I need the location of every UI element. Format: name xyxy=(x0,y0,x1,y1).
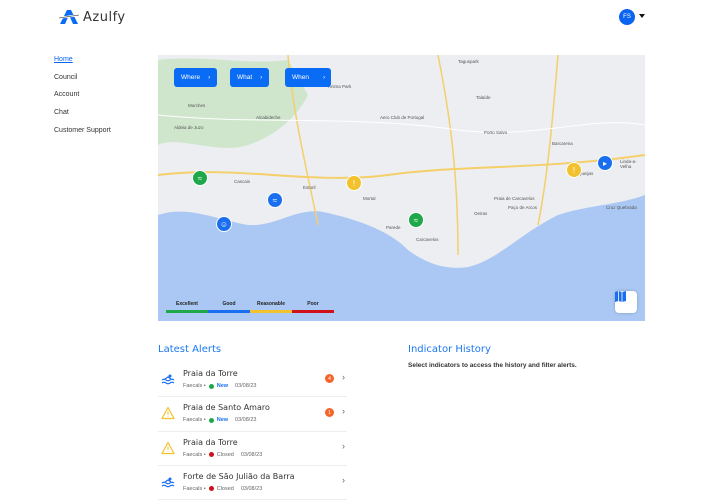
legend-reasonable: Reasonable xyxy=(250,301,292,313)
alert-status: New xyxy=(216,383,229,389)
status-dot xyxy=(208,417,214,423)
legend-poor: Poor xyxy=(292,301,334,313)
map-place-label: Parede xyxy=(386,225,401,230)
avatar[interactable]: FS xyxy=(619,9,635,25)
map-place-label: Carcavelos xyxy=(416,237,439,242)
alert-date: 03/08/23 xyxy=(240,485,263,492)
alert-date: 03/08/23 xyxy=(235,383,257,389)
map-marker-person-icon[interactable]: ☺ xyxy=(216,216,232,232)
map-icon xyxy=(615,291,626,302)
alert-indicator: Faecals • xyxy=(183,485,206,492)
alert-status: Closed xyxy=(216,451,234,458)
alert-indicator: Faecals • xyxy=(183,383,206,389)
latest-alerts-title: Latest Alerts xyxy=(158,344,222,355)
alert-meta: Faecals • New 03/08/23 xyxy=(183,383,256,389)
alert-date: 03/08/23 xyxy=(235,417,257,424)
map-legend: Excellent Good Reasonable Poor xyxy=(166,301,334,313)
sidebar-nav: Home Council Account Chat Customer Suppo… xyxy=(54,56,111,144)
warning-icon xyxy=(161,407,175,420)
map-marker-warning-icon[interactable]: ! xyxy=(346,175,362,191)
sidebar-item-council[interactable]: Council xyxy=(54,74,111,92)
logo[interactable]: Azulfy xyxy=(58,9,126,25)
chevron-right-icon[interactable]: › xyxy=(342,372,345,382)
when-label: When xyxy=(292,74,309,81)
swim-icon xyxy=(161,477,175,488)
logo-text: Azulfy xyxy=(83,9,126,25)
alert-status: New xyxy=(216,417,229,424)
alert-list-item[interactable]: Praia de Santo Amaro Faecals • New 03/08… xyxy=(158,397,347,432)
map-marker-warning-icon[interactable]: ! xyxy=(566,162,582,178)
alert-status: Closed xyxy=(216,485,234,492)
when-filter-button[interactable]: When › xyxy=(285,68,332,87)
chevron-right-icon[interactable]: › xyxy=(342,475,345,485)
map[interactable]: Alcabideche Aldeia de Juzo Estoril Morta… xyxy=(158,55,645,321)
alert-title: Praia da Torre xyxy=(183,369,238,378)
alert-list-item[interactable]: Praia da Torre Faecals • Closed 03/08/23… xyxy=(158,432,347,466)
map-place-label: Taguspark xyxy=(458,59,479,64)
map-place-label: Alcabideche xyxy=(256,115,281,120)
map-place-label: Murches xyxy=(188,103,206,108)
map-place-label: Cascais xyxy=(234,179,251,184)
sidebar-item-account[interactable]: Account xyxy=(54,91,111,109)
map-place-label: Mortal xyxy=(363,196,376,201)
map-marker-wave-icon[interactable]: ≈ xyxy=(192,170,208,186)
map-marker-camera-icon[interactable]: ▸ xyxy=(597,155,613,171)
alert-indicator: Faecals • xyxy=(183,417,206,424)
map-place-label: Talaíde xyxy=(476,95,491,100)
map-place-label: Estoril xyxy=(303,185,316,190)
alert-count-badge: 4 xyxy=(325,374,334,383)
chevron-right-icon: › xyxy=(208,74,211,81)
where-label: Where xyxy=(181,74,201,81)
map-place-label: Oeiras xyxy=(474,211,488,216)
map-place-label: Aero Club de Portugal xyxy=(380,115,425,120)
alert-meta: Faecals • Closed 03/08/23 xyxy=(183,452,262,458)
map-place-label: Barcarena xyxy=(552,141,573,146)
status-dot xyxy=(208,383,214,389)
status-dot xyxy=(208,452,214,458)
alert-meta: Faecals • New 03/08/23 xyxy=(183,417,256,423)
legend-excellent: Excellent xyxy=(166,301,208,313)
what-label: What xyxy=(237,74,253,81)
chevron-right-icon: › xyxy=(260,74,263,81)
map-background xyxy=(158,55,645,321)
map-place-label: Aldeia de Juzo xyxy=(174,125,204,130)
map-layers-button[interactable] xyxy=(615,291,637,313)
alert-title: Praia de Santo Amaro xyxy=(183,403,270,413)
warning-icon xyxy=(161,441,175,454)
alert-list-item[interactable]: Praia da Torre Faecals • New 03/08/23 4 › xyxy=(158,363,347,398)
alert-title: Praia da Torre xyxy=(183,437,238,447)
sidebar-item-home[interactable]: Home xyxy=(54,56,111,74)
azulfy-logo-icon xyxy=(58,10,80,24)
swim-icon xyxy=(161,374,175,385)
sidebar-item-chat[interactable]: Chat xyxy=(54,109,111,127)
alert-count-badge: 1 xyxy=(325,408,334,418)
chevron-right-icon[interactable]: › xyxy=(342,441,345,451)
indicator-history-title: Indicator History xyxy=(408,344,491,355)
alert-list-item[interactable]: Forte de São Julião da Barra Faecals • C… xyxy=(158,466,347,500)
chevron-down-icon[interactable] xyxy=(639,14,645,18)
chevron-right-icon: › xyxy=(322,74,326,81)
map-place-label: Paço de Arcos xyxy=(508,205,538,210)
alert-date: 03/08/23 xyxy=(240,451,263,458)
alert-title: Forte de São Julião da Barra xyxy=(183,471,295,481)
sidebar-item-customer-support[interactable]: Customer Support xyxy=(54,127,111,145)
alerts-list: Praia da Torre Faecals • New 03/08/23 4 › P… xyxy=(158,363,347,500)
map-marker-wave-icon[interactable]: ≈ xyxy=(408,212,424,228)
indicator-history-text: Select indicators to access the history … xyxy=(408,362,577,369)
map-place-label: Anima Park xyxy=(328,84,352,89)
map-place-label: Linda-a-Velha xyxy=(620,159,637,169)
status-dot xyxy=(208,486,214,492)
chevron-right-icon[interactable]: › xyxy=(342,406,345,416)
where-filter-button[interactable]: Where › xyxy=(174,68,218,87)
alert-indicator: Faecals • xyxy=(183,451,206,458)
alert-meta: Faecals • Closed 03/08/23 xyxy=(183,486,262,492)
map-place-label: Cruz Quebrada xyxy=(606,205,637,210)
what-filter-button[interactable]: What › xyxy=(230,68,270,87)
map-marker-swim-icon[interactable]: ≈ xyxy=(267,192,283,208)
map-place-label: Porto Salvo xyxy=(484,130,508,135)
legend-good: Good xyxy=(208,301,250,313)
map-place-label: Praia de Carcavelos xyxy=(494,196,535,201)
